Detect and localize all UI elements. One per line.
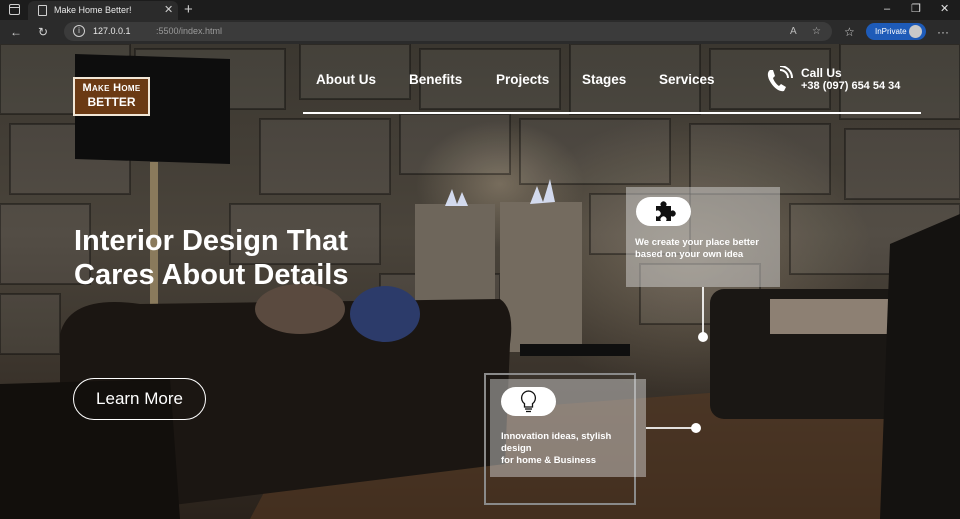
card-icon-pill — [636, 197, 691, 226]
nav-projects[interactable]: Projects — [496, 72, 549, 87]
address-bar[interactable]: i 127.0.0.1 :5500/index.html A ☆ — [64, 22, 832, 41]
card-idea-text: We create your place better based on you… — [635, 237, 759, 260]
card-connector — [702, 287, 704, 337]
nav-divider — [303, 112, 921, 114]
card-connector — [646, 427, 694, 429]
feature-card-idea: We create your place better based on you… — [626, 187, 780, 287]
tab-title: Make Home Better! — [54, 5, 132, 15]
phone-number[interactable]: +38 (097) 654 54 34 — [801, 80, 900, 92]
url-host: 127.0.0.1 — [93, 26, 131, 36]
read-aloud-icon[interactable]: A — [790, 25, 797, 38]
reload-icon[interactable]: ↻ — [38, 24, 48, 40]
tab-close-icon[interactable]: ✕ — [164, 3, 173, 17]
minimize-button[interactable]: – — [884, 2, 890, 16]
site-logo[interactable]: Make Home BETTER — [73, 77, 150, 116]
phone-icon[interactable] — [764, 66, 794, 94]
add-favorite-icon[interactable]: ☆ — [812, 25, 821, 38]
new-tab-button[interactable]: + — [184, 1, 193, 18]
window-menu-icon[interactable] — [9, 4, 20, 15]
nav-stages[interactable]: Stages — [582, 72, 626, 87]
hero-section: Make Home BETTER About Us Benefits Proje… — [0, 44, 960, 519]
browser-tab-strip: Make Home Better! ✕ + – ❐ ✕ — [0, 0, 960, 20]
more-menu-icon[interactable]: ··· — [937, 24, 949, 40]
favorites-icon[interactable]: ☆ — [844, 24, 855, 40]
hotspot-dot[interactable] — [698, 332, 708, 342]
browser-tab[interactable]: Make Home Better! ✕ — [28, 1, 178, 20]
url-path: :5500/index.html — [156, 26, 223, 36]
hero-title: Interior Design That Cares About Details — [74, 225, 349, 291]
maximize-button[interactable]: ❐ — [911, 2, 921, 16]
nav-about-us[interactable]: About Us — [316, 72, 376, 87]
inprivate-label: InPrivate — [875, 27, 907, 36]
profile-avatar — [909, 25, 922, 38]
logo-line-2: BETTER — [87, 95, 136, 109]
site-info-icon[interactable]: i — [73, 25, 85, 37]
call-us-label: Call Us — [801, 66, 842, 80]
nav-services[interactable]: Services — [659, 72, 715, 87]
lightbulb-icon — [520, 390, 537, 413]
nav-benefits[interactable]: Benefits — [409, 72, 462, 87]
feature-card-innovation: Innovation ideas, stylish design for hom… — [490, 379, 646, 477]
puzzle-icon — [656, 201, 676, 221]
hotspot-dot[interactable] — [691, 423, 701, 433]
close-window-button[interactable]: ✕ — [940, 2, 949, 16]
learn-more-button[interactable]: Learn More — [73, 378, 206, 420]
back-arrow-icon[interactable]: ← — [10, 24, 22, 40]
card-icon-pill — [501, 387, 556, 416]
logo-line-1: Make Home — [82, 82, 141, 94]
card-innovation-line-2: for home & Business — [501, 455, 597, 466]
card-innovation-line-1: Innovation ideas, stylish design — [501, 431, 612, 454]
page-icon — [38, 5, 47, 16]
inprivate-badge[interactable]: InPrivate — [866, 23, 926, 40]
browser-toolbar: ← ↻ i 127.0.0.1 :5500/index.html A ☆ ☆ I… — [0, 20, 960, 44]
